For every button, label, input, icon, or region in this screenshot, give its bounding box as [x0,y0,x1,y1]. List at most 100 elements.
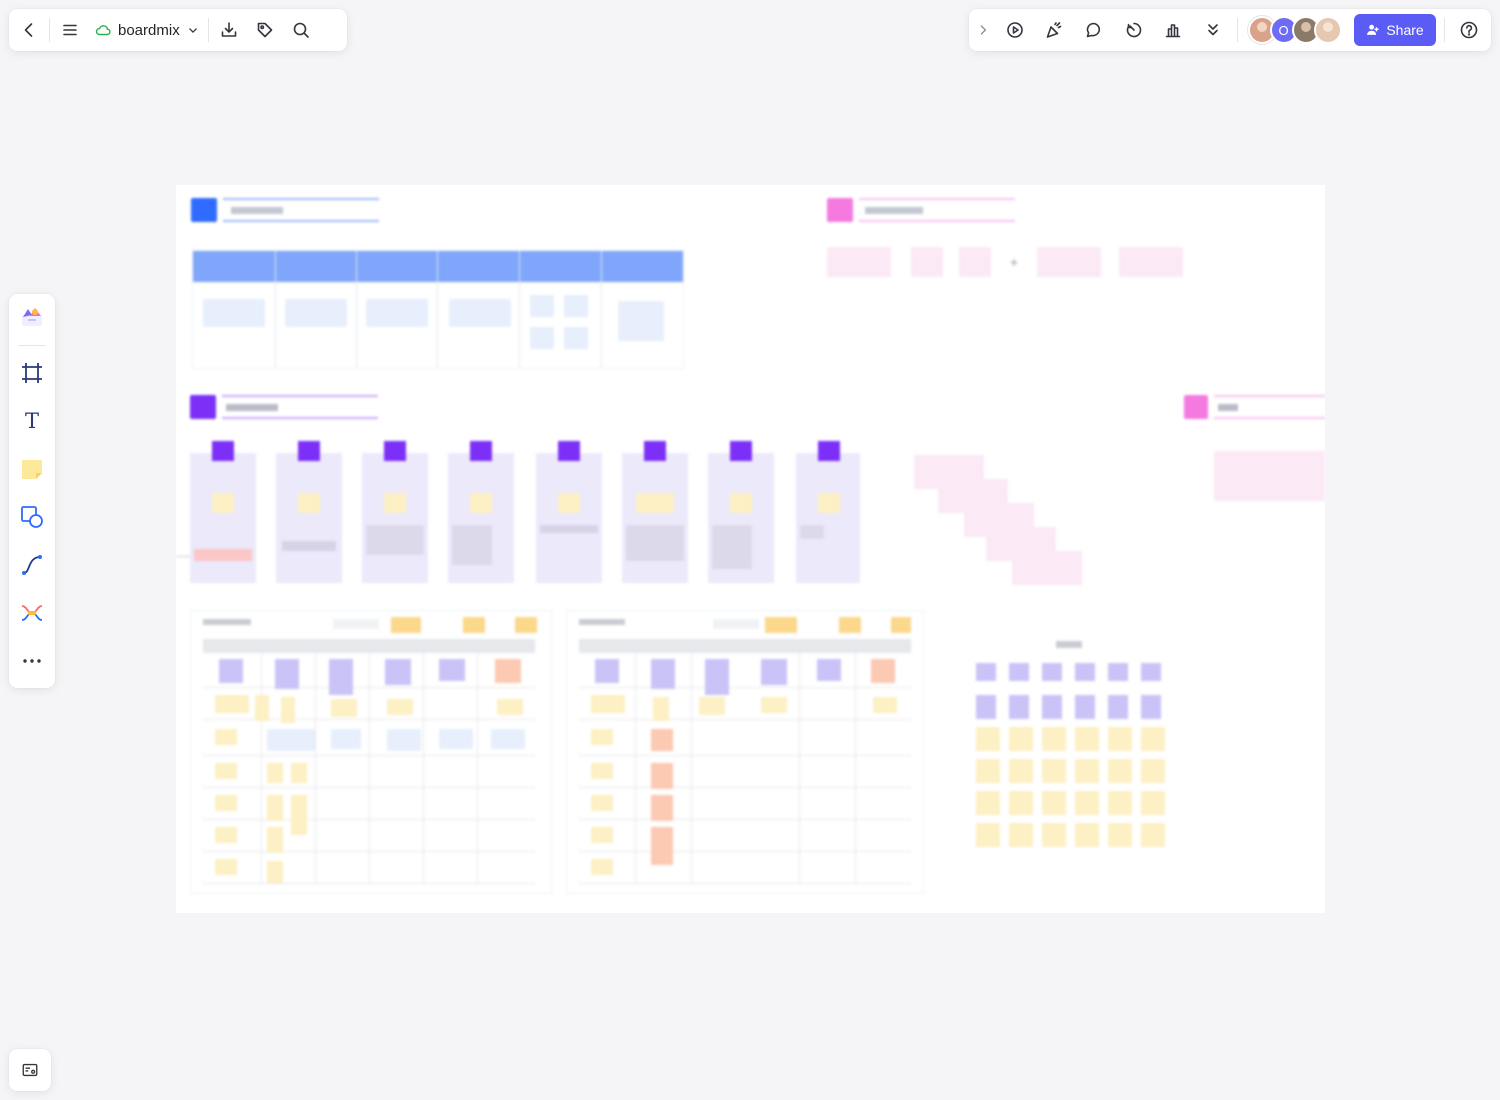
section-header-pink-right [1184,395,1325,419]
sticky-note [1108,823,1132,847]
vote-icon [1165,24,1181,38]
sticky-note [1009,823,1033,847]
more-tools-button[interactable] [1197,14,1229,46]
board-content: + [176,185,1325,913]
sticky-note [1141,727,1165,751]
sticky-note [1042,823,1066,847]
share-button[interactable]: Share [1353,14,1437,46]
sticky-note [1009,791,1033,815]
divider [49,18,50,42]
more-icon [23,659,41,663]
sticky-note [1108,695,1128,719]
mindmap-tool-button[interactable] [16,597,48,629]
sticky-note [976,823,1000,847]
section-header-blue [191,198,379,222]
avatar-initial: O [1278,22,1289,38]
shape-tool-button[interactable] [16,501,48,533]
sticky-grid-cells [974,663,1170,849]
sticky-note [1141,823,1165,847]
timer-icon [1126,22,1141,38]
divider [1236,18,1238,42]
celebrate-button[interactable] [1039,14,1071,46]
search-button[interactable] [285,14,317,46]
timer-button[interactable] [1118,14,1150,46]
pink-card [1214,451,1325,501]
connector-line [176,556,190,557]
mindmap-icon [21,605,43,621]
sticky-note [976,727,1000,751]
sticky-note [1042,663,1062,681]
sticky-note [1141,791,1165,815]
minimap-icon [22,1063,38,1077]
sticky-note [1075,791,1099,815]
tag-button[interactable] [249,14,281,46]
sticky-note [1141,695,1161,719]
search-icon [293,22,309,38]
cloud-icon [95,25,111,36]
text-tool-button[interactable]: T [16,405,48,437]
connector-icon [22,555,42,575]
sticky-note [1042,791,1066,815]
sticky-note [976,791,1000,815]
sticky-note [1075,759,1099,783]
sticky-note [976,663,996,681]
chevron-down-icon [188,28,197,33]
present-button[interactable] [999,14,1031,46]
comment-icon [1086,22,1101,38]
celebrate-icon [1047,22,1062,38]
sticky-note [1009,759,1033,783]
share-label: Share [1386,22,1424,38]
sticky-note [1042,727,1066,751]
pink-flow-row: + [827,245,1187,277]
back-button[interactable] [13,14,45,46]
back-icon [24,23,33,37]
avatar [1313,16,1342,44]
divider [207,18,209,42]
frame-tool-button[interactable] [16,357,48,389]
sticky-note [1108,727,1132,751]
whiteboard-canvas[interactable]: + [176,185,1325,913]
sticky-note [1042,695,1062,719]
sticky-note [1108,663,1128,681]
purple-columns [190,441,860,586]
connector-tool-button[interactable] [16,549,48,581]
minimap-button[interactable] [9,1049,51,1091]
sticky-note [1141,663,1161,681]
present-icon [1006,22,1023,38]
sticky-note [1009,727,1033,751]
sticky-note [1108,791,1132,815]
sticky-note [1108,759,1132,783]
section-header-pink [827,198,1015,222]
sticky-note [1075,823,1099,847]
collapse-icon [980,25,987,35]
help-button[interactable] [1453,14,1485,46]
more-tools-left-button[interactable] [16,645,48,677]
file-title-button[interactable]: boardmix [90,14,204,46]
tag-icon [257,22,273,38]
sticky-note [1075,663,1095,681]
sticky-note [976,759,1000,783]
top-left-toolbar: boardmix [9,9,347,51]
frame-icon [22,363,42,383]
sticky-note-tool-button[interactable] [16,453,48,485]
sticky-note [1042,759,1066,783]
user-add-icon [1367,24,1379,35]
collapse-toolbar-button[interactable] [975,14,991,46]
journey-table [192,250,684,369]
comment-button[interactable] [1078,14,1110,46]
sticky-note [1009,663,1029,681]
menu-button[interactable] [54,14,86,46]
sticky-note [1009,695,1029,719]
sticky-note-icon [22,460,42,479]
stacked-cards [914,455,1084,585]
divider [18,345,46,346]
download-button[interactable] [213,14,245,46]
vote-button[interactable] [1157,14,1189,46]
templates-button[interactable] [16,300,48,332]
help-icon [1460,21,1478,39]
more-down-icon [1207,24,1218,36]
collaborator-avatars[interactable]: O [1247,16,1342,44]
app-name: boardmix [118,21,180,39]
left-toolbar: T [9,294,55,688]
menu-icon [63,24,77,36]
